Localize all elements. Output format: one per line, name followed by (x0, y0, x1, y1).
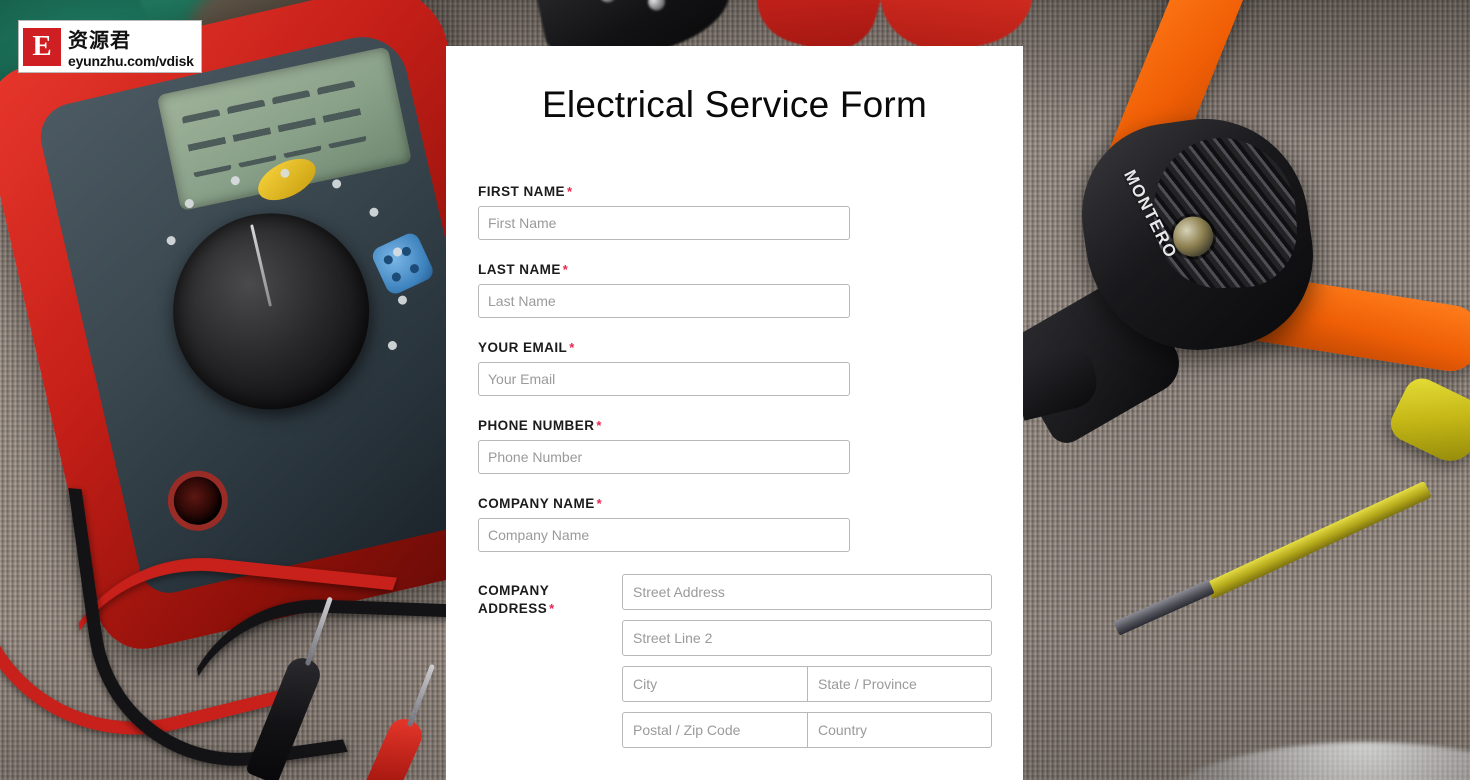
multimeter-dial (153, 193, 389, 429)
label-company-name: COMPANY NAME * (478, 496, 1023, 511)
label-company-address: COMPANY ADDRESS * (478, 574, 622, 758)
form-card: Electrical Service Form FIRST NAME* LAST… (446, 46, 1023, 780)
label-email: YOUR EMAIL * (478, 340, 1023, 355)
street-line-2-input[interactable] (622, 620, 992, 656)
company-name-input[interactable] (478, 518, 850, 552)
address-row-street (622, 574, 1023, 610)
email-input[interactable] (478, 362, 850, 396)
field-email: YOUR EMAIL * (446, 340, 1023, 396)
label-last-name: LAST NAME * (478, 262, 1023, 277)
street-address-input[interactable] (622, 574, 992, 610)
label-company-address-line1: COMPANY (478, 583, 550, 598)
city-input[interactable] (622, 666, 807, 702)
watermark-e-icon: E (23, 27, 61, 66)
label-company-address-line2: ADDRESS (478, 600, 548, 616)
address-row-city-state (622, 666, 1023, 702)
multimeter-blue-pad (369, 230, 436, 297)
label-first-name-text: FIRST NAME (478, 184, 565, 199)
country-input[interactable] (807, 712, 992, 748)
label-first-name: FIRST NAME * (478, 184, 1023, 199)
label-phone-text: PHONE NUMBER (478, 418, 595, 433)
watermark-chinese-text: 资源君 (68, 28, 131, 52)
watermark-logo: E 资源君 eyunzhu.com/vdisk (18, 20, 202, 73)
watermark-letter: E (32, 30, 52, 62)
label-last-name-text: LAST NAME (478, 262, 561, 277)
last-name-input[interactable] (478, 284, 850, 318)
field-first-name: FIRST NAME * (446, 184, 1023, 240)
label-phone: PHONE NUMBER * (478, 418, 1023, 433)
required-marker: * (549, 600, 555, 616)
required-marker: * (596, 496, 603, 511)
address-row-street2 (622, 620, 1023, 656)
phone-input[interactable] (478, 440, 850, 474)
label-email-text: YOUR EMAIL (478, 340, 568, 355)
field-company-name: COMPANY NAME * (446, 496, 1023, 552)
plier-teeth (1151, 135, 1299, 291)
required-marker: * (567, 184, 573, 199)
required-marker: * (596, 418, 602, 433)
address-row-postal-country (622, 712, 1023, 748)
state-province-input[interactable] (807, 666, 992, 702)
field-company-address: COMPANY ADDRESS * (446, 574, 1023, 758)
required-marker: * (562, 262, 569, 277)
postal-zip-input[interactable] (622, 712, 807, 748)
field-last-name: LAST NAME * (446, 262, 1023, 318)
first-name-input[interactable] (478, 206, 850, 240)
watermark-url: eyunzhu.com/vdisk (68, 53, 194, 69)
label-company-name-text: COMPANY NAME (478, 496, 595, 511)
field-phone: PHONE NUMBER * (446, 418, 1023, 474)
required-marker: * (569, 340, 575, 355)
page-title: Electrical Service Form (542, 84, 927, 125)
